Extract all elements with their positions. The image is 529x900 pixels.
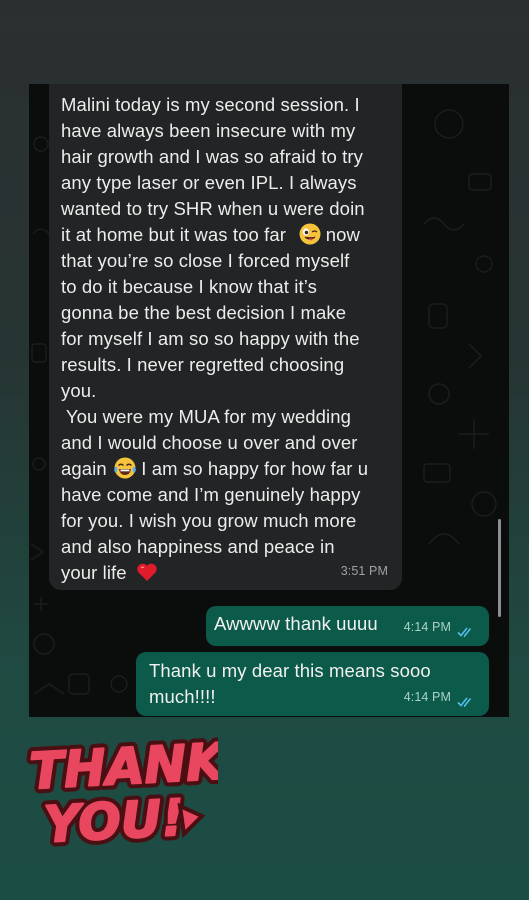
incoming-message-bubble[interactable]: Malini today is my second session. I hav… bbox=[49, 84, 402, 590]
message-line: have come and I’m genuinely happy bbox=[61, 484, 361, 505]
message-text: now bbox=[320, 224, 360, 245]
tears-of-joy-emoji-icon bbox=[114, 457, 136, 479]
red-heart-emoji-icon bbox=[137, 563, 157, 581]
message-text: again bbox=[61, 458, 107, 479]
message-line: Malini today is my second session. I bbox=[61, 94, 360, 115]
message-text: it at home but it was too far bbox=[61, 224, 287, 245]
message-timestamp: 3:51 PM bbox=[340, 564, 388, 578]
message-text: I am so happy for how far u bbox=[136, 458, 369, 479]
message-line: You were my MUA for my wedding bbox=[61, 406, 351, 427]
scrollbar[interactable] bbox=[498, 519, 501, 617]
message-line: that you’re so close I forced myself bbox=[61, 250, 350, 271]
chat-screenshot: Malini today is my second session. I hav… bbox=[29, 84, 509, 717]
thank-you-sticker: THANK THANK YOU! YOU! bbox=[23, 734, 218, 852]
message-line: any type laser or even IPL. I always bbox=[61, 172, 357, 193]
message-line: you. bbox=[61, 380, 97, 401]
message-line: and I would choose u over and over bbox=[61, 432, 358, 453]
outgoing-message-bubble[interactable]: Awwww thank uuuu 4:14 PM bbox=[206, 606, 489, 646]
read-receipt-ticks-icon bbox=[457, 627, 472, 638]
winking-tongue-emoji-icon bbox=[299, 223, 320, 245]
message-timestamp: 4:14 PM bbox=[403, 690, 451, 704]
read-receipt-ticks-icon bbox=[457, 697, 472, 708]
message-text: Awwww thank uuuu bbox=[214, 613, 378, 634]
message-line-with-emoji: again I am so happy for how far u bbox=[61, 456, 390, 482]
message-line: gonna be the best decision I make bbox=[61, 302, 347, 323]
message-line: results. I never regretted choosing bbox=[61, 354, 345, 375]
story-frame: Malini today is my second session. I hav… bbox=[0, 0, 529, 900]
sticker-swoosh-icon bbox=[177, 802, 206, 839]
message-line: and also happiness and peace in bbox=[61, 536, 335, 557]
message-line: have always been insecure with my bbox=[61, 120, 356, 141]
message-timestamp: 4:14 PM bbox=[403, 620, 451, 634]
message-line: Thank u my dear this means sooo bbox=[149, 660, 431, 681]
message-text: your life bbox=[61, 562, 127, 583]
sticker-text-line1: THANK bbox=[28, 734, 218, 801]
message-line: wanted to try SHR when u were doin bbox=[61, 198, 365, 219]
message-line: for you. I wish you grow much more bbox=[61, 510, 357, 531]
outgoing-message-bubble[interactable]: Thank u my dear this means sooo much!!!!… bbox=[136, 652, 489, 716]
sticker-text-line2: YOU! bbox=[42, 789, 185, 852]
message-line: for myself I am so so happy with the bbox=[61, 328, 360, 349]
message-line: to do it because I know that it’s bbox=[61, 276, 317, 297]
message-line-with-emoji: it at home but it was too far now bbox=[61, 222, 390, 248]
message-line: hair growth and I was so afraid to try bbox=[61, 146, 363, 167]
